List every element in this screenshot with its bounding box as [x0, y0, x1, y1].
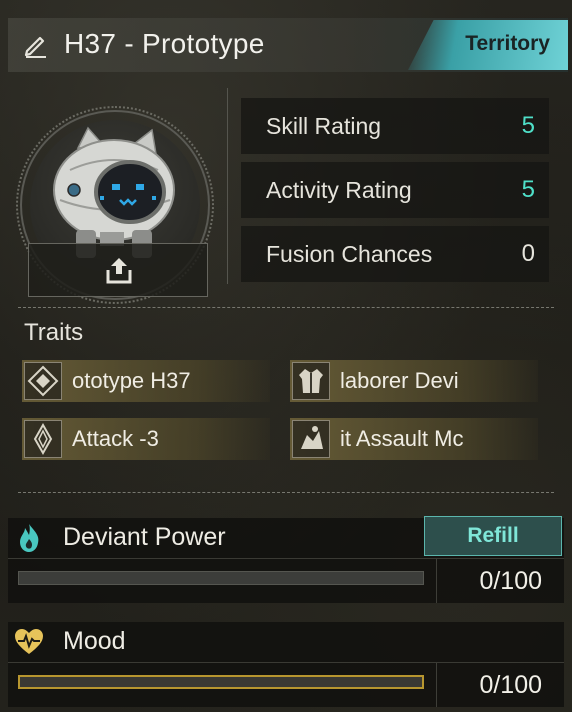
stat-value: 5 [521, 176, 535, 203]
pencil-edit-icon[interactable] [22, 30, 50, 58]
deviant-power-section: Deviant Power Refill 0/100 [8, 516, 564, 603]
portrait-divider [227, 88, 228, 284]
section-divider [18, 492, 554, 493]
stat-fusion-chances: Fusion Chances 0 [241, 226, 549, 282]
deviant-power-header: Deviant Power Refill [8, 516, 564, 558]
crystal-icon [24, 420, 62, 458]
deviant-power-progress-bar [18, 571, 424, 585]
flame-icon [20, 524, 39, 552]
stat-label: Fusion Chances [266, 241, 433, 267]
trait-label: ototype H37 [72, 368, 191, 393]
stat-activity-rating: Activity Rating 5 [241, 162, 549, 218]
refill-button[interactable]: Refill [424, 516, 562, 556]
deviant-power-label: Deviant Power [63, 523, 226, 551]
mood-section: Mood 0/100 [8, 622, 564, 707]
stat-skill-rating: Skill Rating 5 [241, 98, 549, 154]
mood-count: 0/100 [479, 671, 542, 699]
deviant-header: H37 - Prototype Territory [8, 18, 568, 72]
trait-label: Attack -3 [72, 426, 159, 451]
stat-value: 0 [521, 240, 535, 267]
trait-label: it Assault Mc [340, 426, 464, 451]
territory-label: Territory [465, 32, 550, 55]
traits-heading: Traits [24, 319, 84, 346]
heart-pulse-icon [15, 629, 43, 654]
upload-portrait-button[interactable] [28, 243, 208, 297]
diamond-icon [24, 362, 62, 400]
trait-item[interactable]: ototype H37 [22, 360, 270, 402]
trait-item[interactable]: it Assault Mc [290, 418, 538, 460]
trait-label: laborer Devi [340, 368, 459, 393]
deviant-name: H37 - Prototype [64, 28, 265, 59]
mood-progress-bar [18, 675, 424, 689]
upload-icon [106, 258, 132, 284]
mood-header: Mood [8, 622, 564, 662]
assault-icon [292, 420, 330, 458]
mood-bar-row: 0/100 [8, 662, 564, 707]
bar-separator [436, 663, 437, 707]
bar-separator [436, 559, 437, 603]
deviant-power-count: 0/100 [479, 567, 542, 595]
deviant-power-bar-row: 0/100 [8, 558, 564, 603]
territory-badge: Territory [408, 20, 568, 70]
trait-item[interactable]: Attack -3 [22, 418, 270, 460]
stat-label: Skill Rating [266, 113, 382, 139]
trait-item[interactable]: laborer Devi [290, 360, 538, 402]
mood-label: Mood [63, 627, 126, 655]
stat-value: 5 [521, 112, 535, 139]
section-divider [18, 307, 554, 308]
stat-label: Activity Rating [266, 177, 412, 203]
coat-icon [292, 362, 330, 400]
